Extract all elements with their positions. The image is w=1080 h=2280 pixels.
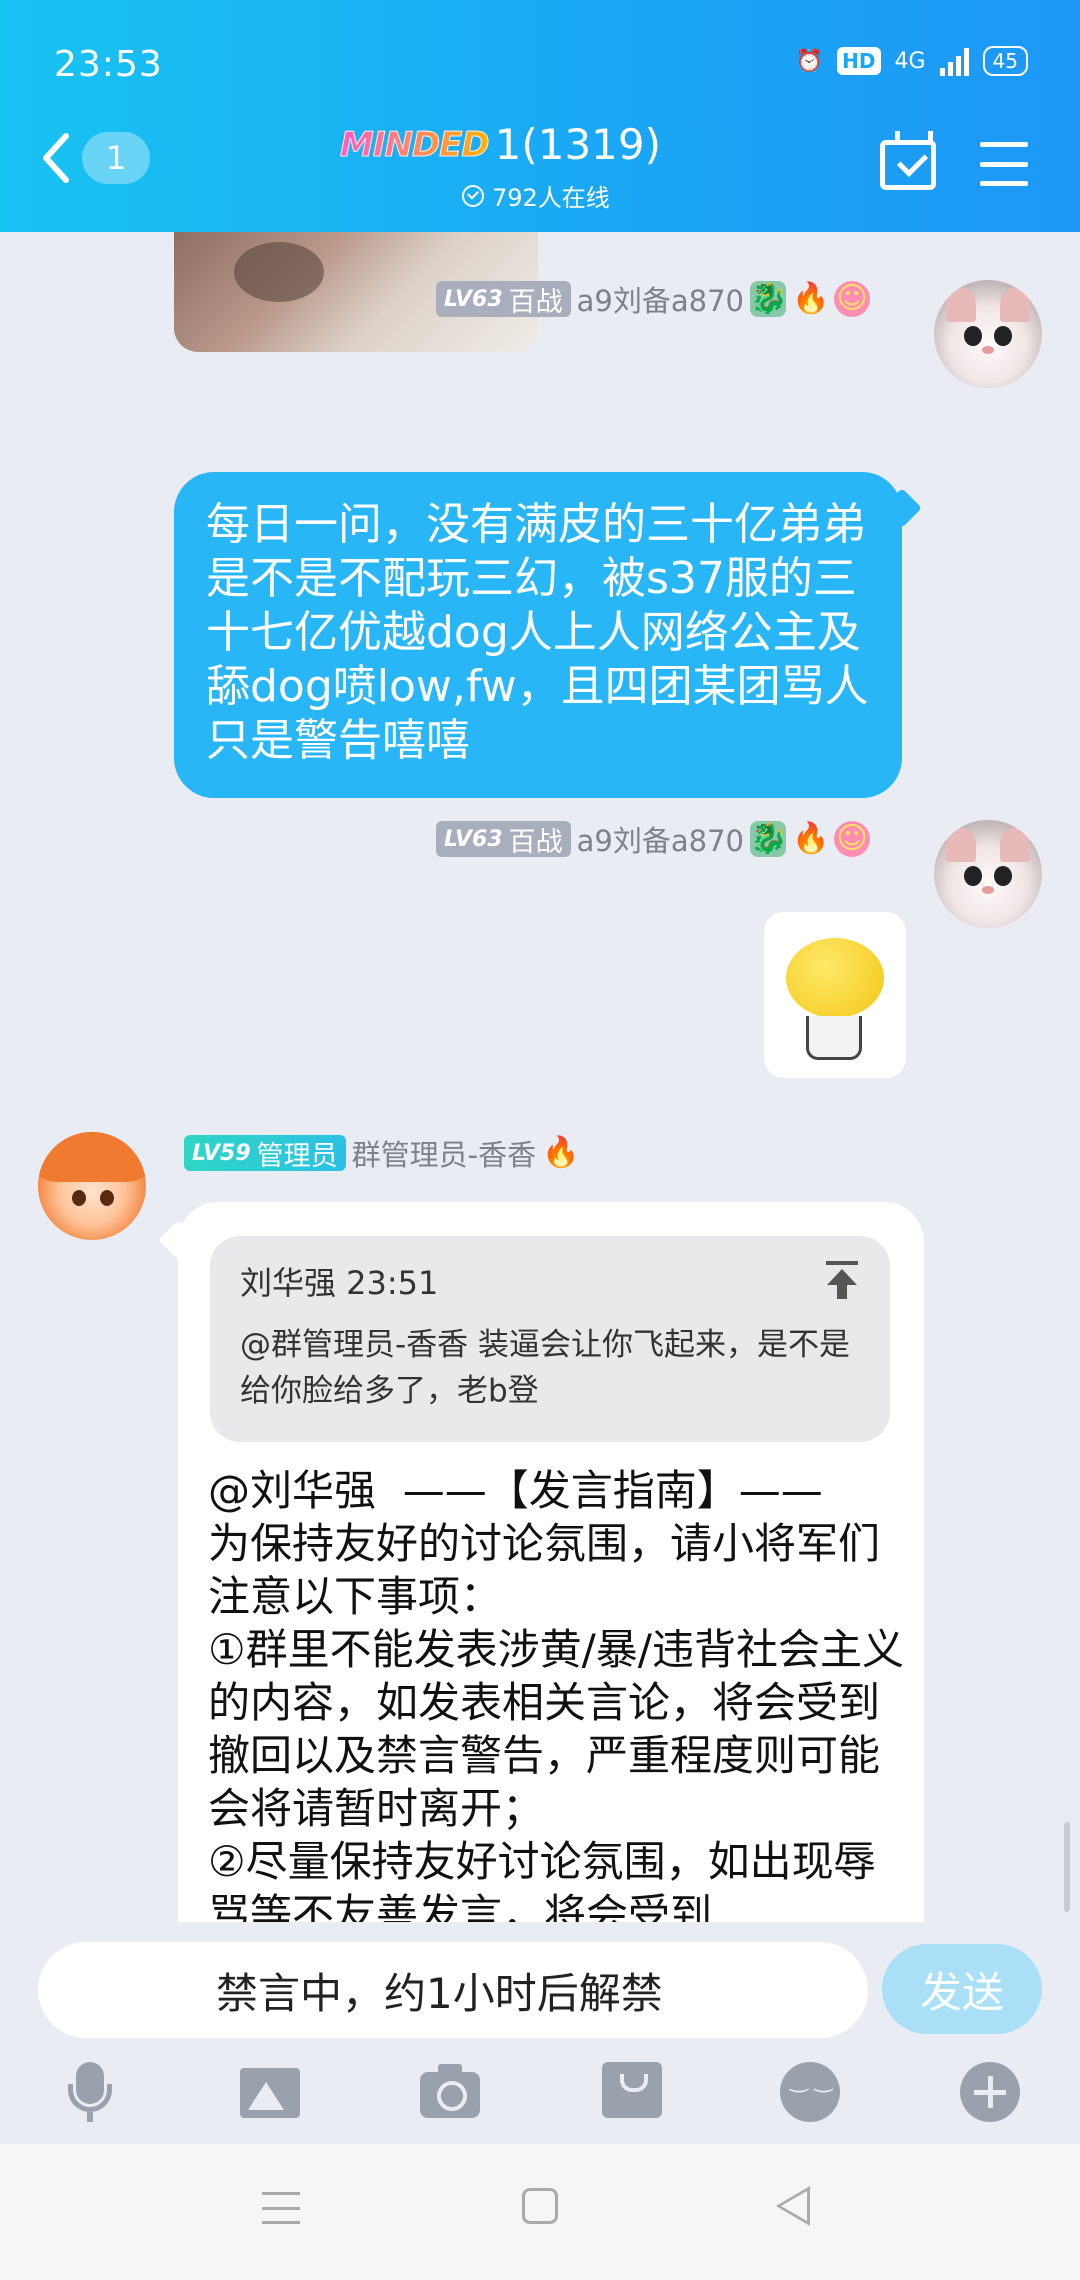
avatar[interactable] (934, 280, 1042, 388)
mic-icon[interactable] (60, 2062, 120, 2122)
sticker-image (786, 938, 884, 1018)
fire-icon: 🔥 (542, 1135, 580, 1170)
camera-icon[interactable] (420, 2064, 480, 2118)
smiley-icon: ☺ (834, 281, 870, 317)
sender-name: 群管理员-香香 (351, 1138, 537, 1172)
level-badge: LV59 管理员 (184, 1135, 346, 1172)
calendar-check-icon[interactable] (880, 131, 936, 190)
message-input[interactable]: 禁言中，约1小时后解禁 (38, 1942, 868, 2038)
input-bar: 禁言中，约1小时后解禁 发送 (0, 1922, 1080, 2144)
fire-icon: 🔥 (792, 821, 830, 856)
system-nav-bar (0, 2144, 1080, 2280)
group-name: 1(1319) (494, 120, 662, 169)
dragon-icon: 🐉 (750, 281, 788, 317)
fire-icon: 🔥 (792, 281, 830, 316)
status-icons: ⏰ HD 4G 45 (796, 46, 1028, 76)
message-meta: LV63 百战 a9刘备a870 🐉 🔥 ☺ (436, 818, 870, 860)
unread-count-badge: 1 (82, 132, 150, 184)
message-text: @刘华强 ——【发言指南】—— 为保持友好的讨论氛围，请小将军们注意以下事项： … (208, 1466, 904, 1922)
sender-name: a9刘备a870 (576, 824, 744, 858)
chat-list[interactable]: LV63 百战 a9刘备a870 🐉 🔥 ☺ 每日一问，没有满皮的三十亿弟弟是不是… (0, 232, 1080, 1922)
online-count: 792人在线 (462, 178, 610, 213)
hd-icon: HD (837, 47, 881, 75)
group-title[interactable]: MINDED 1(1319) (340, 120, 760, 169)
avatar[interactable] (38, 1132, 146, 1240)
quoted-message[interactable]: 刘华强 23:51 @群管理员-香香 装逼会让你飞起来，是不是给你脸给多了，老b… (210, 1236, 890, 1442)
top-bar: 23:53 ⏰ HD 4G 45 1 MINDED 1(1319) 792人在线 (0, 0, 1080, 232)
image-icon[interactable] (240, 2068, 300, 2118)
recent-apps-icon[interactable] (262, 2192, 300, 2224)
group-logo: MINDED (340, 124, 491, 165)
online-check-icon (462, 184, 484, 207)
jump-to-top-icon[interactable] (824, 1261, 860, 1301)
text-message[interactable]: 每日一问，没有满皮的三十亿弟弟是不是不配玩三幻，被s37服的三十七亿优越dog人… (174, 472, 902, 798)
message-meta: LV63 百战 a9刘备a870 🐉 🔥 ☺ (436, 278, 870, 320)
send-button[interactable]: 发送 (882, 1944, 1042, 2034)
battery-icon: 45 (982, 46, 1028, 76)
smiley-icon: ☺ (834, 821, 870, 857)
sender-name: a9刘备a870 (576, 284, 744, 318)
dragon-icon: 🐉 (750, 821, 788, 857)
alarm-icon: ⏰ (795, 48, 824, 74)
toolbar (0, 2062, 1080, 2136)
hamburger-menu-icon[interactable] (980, 142, 1028, 186)
quote-text: @群管理员-香香 装逼会让你飞起来，是不是给你脸给多了，老b登 (240, 1327, 851, 1409)
home-icon[interactable] (522, 2188, 558, 2224)
level-badge: LV63 百战 (436, 281, 571, 318)
plus-icon[interactable] (960, 2062, 1020, 2122)
sticker-message[interactable] (764, 912, 906, 1078)
signal-icon (939, 46, 969, 76)
online-count-text: 792人在线 (492, 184, 610, 212)
emoji-icon[interactable] (780, 2062, 840, 2122)
back-button[interactable]: 1 (40, 132, 150, 184)
back-triangle-icon[interactable] (776, 2186, 810, 2226)
scrollbar[interactable] (1064, 1822, 1070, 1912)
network-type: 4G (894, 48, 926, 74)
level-badge: LV63 百战 (436, 821, 571, 858)
red-packet-icon[interactable] (602, 2062, 662, 2118)
message-meta: LV59 管理员 群管理员-香香 🔥 (184, 1132, 580, 1174)
quote-author-time: 刘华强 23:51 (240, 1264, 439, 1302)
reply-message[interactable]: 刘华强 23:51 @群管理员-香香 装逼会让你飞起来，是不是给你脸给多了，老b… (178, 1202, 924, 1922)
status-time: 23:53 (54, 44, 163, 85)
avatar[interactable] (934, 820, 1042, 928)
chevron-left-icon (43, 133, 69, 183)
